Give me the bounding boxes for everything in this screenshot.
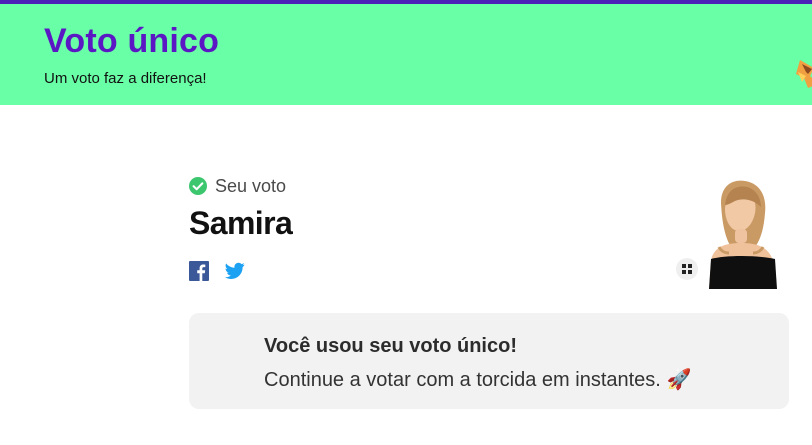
share-buttons (189, 261, 245, 281)
notice-body: Continue a votar com a torcida em instan… (264, 367, 692, 392)
check-circle-icon (189, 177, 207, 195)
vote-status: Seu voto (189, 174, 286, 198)
facebook-share-button[interactable] (189, 261, 209, 281)
page-subtitle: Um voto faz a diferença! (44, 70, 207, 87)
page-header: Voto único Um voto faz a diferença! (0, 4, 812, 105)
main-content: Seu voto Samira Você usou seu voto único… (0, 105, 812, 445)
avatar-grid-button[interactable] (676, 258, 698, 280)
candidate-name: Samira (189, 205, 293, 241)
vote-used-notice: Você usou seu voto único! Continue a vot… (189, 313, 789, 409)
rocket-icon: 🚀 (666, 369, 692, 391)
vote-status-label: Seu voto (215, 175, 287, 196)
grid-icon (682, 264, 692, 274)
notice-body-text: Continue a votar com a torcida em instan… (264, 369, 661, 391)
twitter-icon (225, 262, 245, 279)
page-title: Voto único (44, 22, 220, 60)
twitter-share-button[interactable] (225, 261, 245, 281)
facebook-icon (189, 261, 209, 281)
decoration-icon (796, 60, 812, 88)
candidate-avatar (695, 175, 789, 289)
notice-title: Você usou seu voto único! (264, 335, 517, 357)
candidate-photo (695, 175, 789, 289)
